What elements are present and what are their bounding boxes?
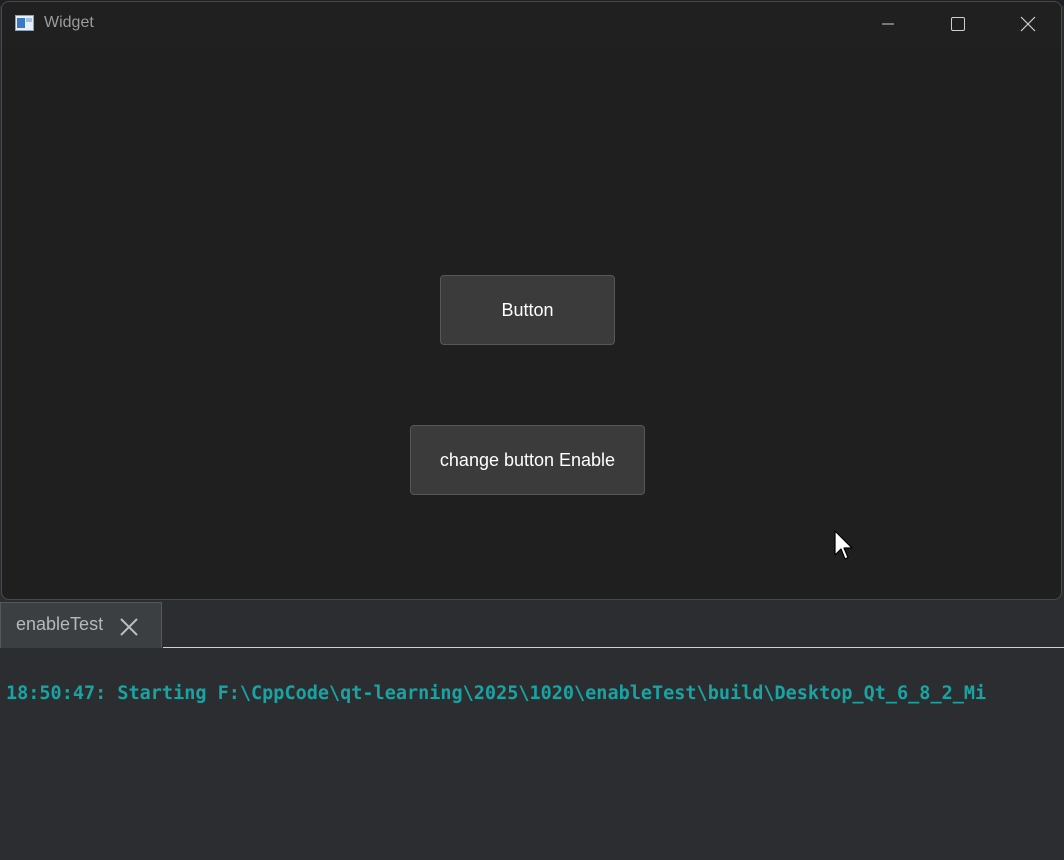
- tab-enabletest[interactable]: enableTest: [0, 602, 162, 648]
- push-button[interactable]: Button: [440, 275, 615, 345]
- minimize-icon: [882, 23, 894, 25]
- change-enable-button[interactable]: change button Enable: [410, 425, 645, 495]
- widget-window: Widget Button change button Enable: [1, 1, 1062, 600]
- maximize-icon: [951, 17, 965, 31]
- maximize-button[interactable]: [923, 2, 993, 46]
- output-tab-strip: enableTest: [0, 602, 1064, 648]
- app-window-icon: [15, 15, 34, 31]
- close-icon[interactable]: [118, 616, 140, 638]
- title-bar[interactable]: Widget: [2, 2, 1061, 46]
- mouse-pointer-icon: [834, 530, 853, 560]
- close-icon: [1020, 16, 1036, 32]
- log-line: 18:50:47: Starting F:\CppCode\qt-learnin…: [6, 683, 987, 704]
- application-output-pane[interactable]: 18:50:47: Starting F:\CppCode\qt-learnin…: [0, 648, 1064, 860]
- minimize-button[interactable]: [853, 2, 923, 46]
- close-button[interactable]: [993, 2, 1061, 46]
- widget-content: Button change button Enable: [2, 46, 1061, 599]
- window-title: Widget: [44, 14, 94, 31]
- tab-label: enableTest: [16, 614, 104, 634]
